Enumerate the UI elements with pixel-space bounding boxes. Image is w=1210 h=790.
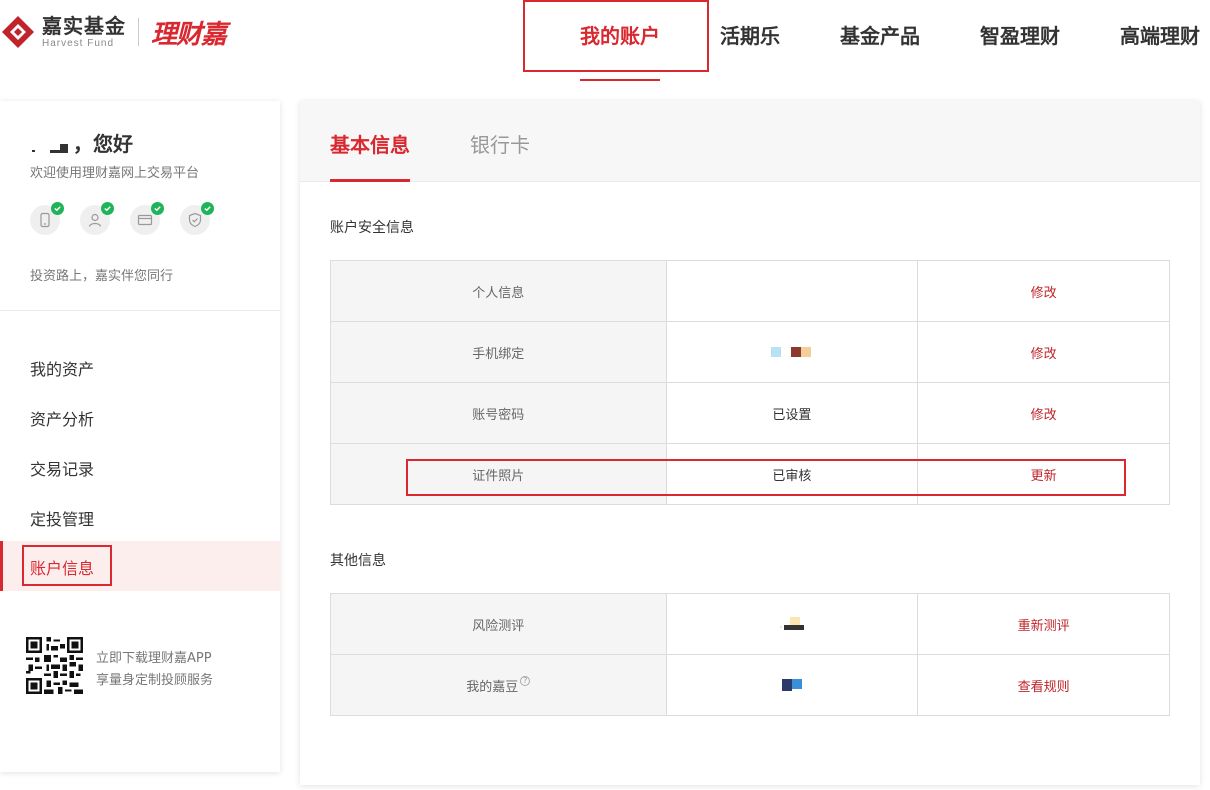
sidebar-item-asset-analysis[interactable]: 资产分析	[30, 406, 94, 430]
table-row: 证件照片 已审核 更新	[330, 443, 1170, 505]
row-value-password: 已设置	[665, 382, 919, 444]
top-header: 嘉实基金 Harvest Fund 理财嘉 我的账户 活期乐 基金产品 智盈理财…	[0, 0, 1210, 90]
nav-my-account[interactable]: 我的账户	[580, 20, 660, 49]
masked-username	[30, 136, 68, 156]
retake-assessment-link[interactable]: 重新测评	[917, 593, 1170, 655]
nav-high-end[interactable]: 高端理财	[1120, 20, 1200, 49]
masked-risk-level	[779, 617, 804, 631]
masked-jiadou-count	[781, 679, 802, 691]
other-section-title: 其他信息	[330, 553, 386, 569]
sidebar-item-transactions[interactable]: 交易记录	[30, 456, 94, 480]
tab-bank-card[interactable]: 银行卡	[470, 129, 530, 158]
verification-badges	[30, 202, 230, 235]
update-id-photo-link[interactable]: 更新	[917, 443, 1170, 505]
app-service-text: 享量身定制投顾服务	[96, 673, 214, 688]
view-rules-link[interactable]: 查看规则	[917, 654, 1170, 716]
logo-divider	[138, 18, 139, 46]
nav-fund-products[interactable]: 基金产品	[840, 20, 920, 49]
greeting-text: ，您好	[72, 132, 133, 156]
sidebar-divider	[0, 310, 280, 311]
phone-verified-badge[interactable]	[30, 202, 64, 235]
identity-verified-badge[interactable]	[80, 202, 114, 235]
masked-phone-value	[665, 321, 919, 383]
masked-phone	[770, 347, 813, 357]
row-label-phone: 手机绑定	[330, 321, 667, 383]
security-table: 个人信息 修改 手机绑定 修改 账号密码 已设置 修改 证件照片 已审核 更新	[330, 260, 1170, 505]
table-row: 手机绑定 修改	[330, 321, 1170, 383]
nav-active-underline	[580, 79, 660, 81]
nav-huoqile[interactable]: 活期乐	[720, 20, 780, 49]
jiadou-label: 我的嘉豆	[466, 679, 519, 695]
row-label-jiadou: 我的嘉豆?	[330, 654, 667, 716]
other-info-table: 风险测评 重新测评 我的嘉豆? 查看规则	[330, 593, 1170, 716]
masked-risk-value	[665, 593, 919, 655]
shield-icon	[188, 212, 202, 228]
logo-cn: 嘉实基金	[42, 13, 126, 38]
tab-basic-info[interactable]: 基本信息	[330, 129, 410, 158]
user-icon	[88, 213, 102, 227]
brand-logo: 理财嘉	[151, 19, 227, 50]
edit-personal-info-link[interactable]: 修改	[917, 260, 1170, 322]
card-icon	[137, 214, 153, 226]
security-verified-badge[interactable]	[180, 202, 214, 235]
table-row: 账号密码 已设置 修改	[330, 382, 1170, 444]
welcome-text: 欢迎使用理财嘉网上交易平台	[30, 166, 200, 181]
app-download-text: 立即下载理财嘉APP	[96, 651, 212, 666]
row-value-personal-info	[665, 260, 919, 322]
sidebar-item-auto-invest[interactable]: 定投管理	[30, 506, 94, 530]
edit-phone-link[interactable]: 修改	[917, 321, 1170, 383]
harvest-logo-icon	[0, 14, 36, 50]
table-row: 我的嘉豆? 查看规则	[330, 654, 1170, 716]
logo-en: Harvest Fund	[42, 37, 115, 49]
motto-text: 投资路上，嘉实伴您同行	[30, 269, 174, 284]
row-value-id-photo: 已审核	[665, 443, 919, 505]
check-icon	[201, 202, 214, 215]
table-row: 个人信息 修改	[330, 260, 1170, 322]
help-icon[interactable]: ?	[520, 675, 531, 686]
logo-text: 嘉实基金 Harvest Fund	[42, 16, 126, 49]
main-panel: 基本信息 银行卡 账户安全信息 个人信息 修改 手机绑定 修改 账号密码 已设置…	[300, 101, 1200, 785]
greeting: ，您好	[30, 128, 133, 157]
row-label-password: 账号密码	[330, 382, 667, 444]
logo[interactable]: 嘉实基金 Harvest Fund 理财嘉	[0, 12, 227, 52]
table-row: 风险测评 重新测评	[330, 593, 1170, 655]
row-label-risk-assessment: 风险测评	[330, 593, 667, 655]
tab-active-underline	[330, 179, 410, 182]
row-label-personal-info: 个人信息	[330, 260, 667, 322]
edit-password-link[interactable]: 修改	[917, 382, 1170, 444]
sidebar-item-account-info[interactable]: 账户信息	[30, 555, 94, 579]
check-icon	[51, 202, 64, 215]
sidebar: ，您好 欢迎使用理财嘉网上交易平台 投资路上，嘉实伴您同行 我的资产 资产分析 …	[0, 101, 280, 772]
phone-icon	[40, 212, 50, 228]
masked-jiadou-value	[665, 654, 919, 716]
sidebar-item-my-assets[interactable]: 我的资产	[30, 356, 94, 380]
qr-code-icon	[26, 637, 83, 694]
nav-zhiying[interactable]: 智盈理财	[980, 20, 1060, 49]
check-icon	[151, 202, 164, 215]
card-verified-badge[interactable]	[130, 202, 164, 235]
tabs-bar: 基本信息 银行卡	[300, 101, 1200, 182]
security-section-title: 账户安全信息	[330, 220, 414, 236]
row-label-id-photo: 证件照片	[330, 443, 667, 505]
check-icon	[101, 202, 114, 215]
